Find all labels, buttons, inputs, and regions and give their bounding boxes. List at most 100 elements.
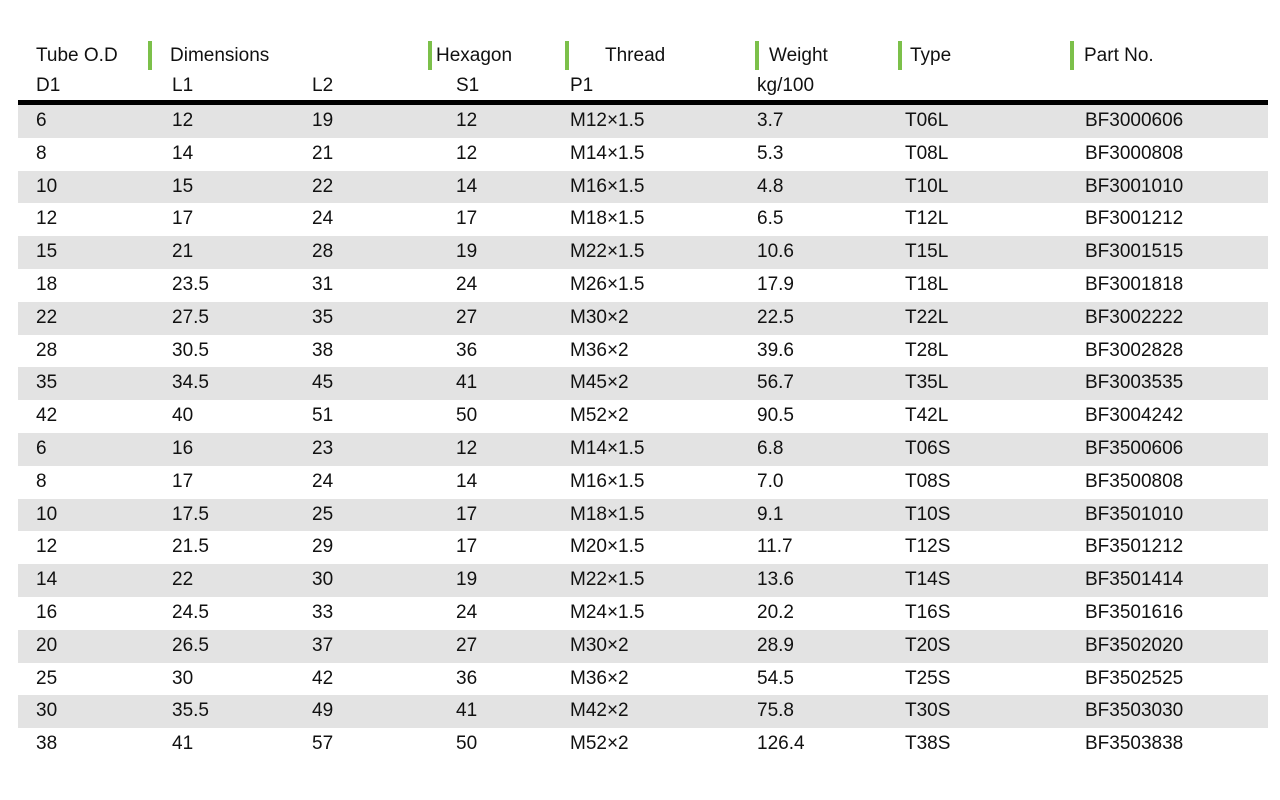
cell-weight: 54.5 xyxy=(757,667,794,689)
column-group-label: Tube O.D xyxy=(36,44,118,66)
cell-part-no: BF3003535 xyxy=(1085,372,1184,394)
cell-tube-od: 18 xyxy=(36,273,58,295)
table-row[interactable]: 16 24.5 33 24 M24×1.5 20.2 T16S BF3501616 xyxy=(18,596,1268,630)
cell-tube-od: 28 xyxy=(36,339,58,361)
cell-thread-p1: M16×1.5 xyxy=(570,175,645,197)
table-row[interactable]: 35 34.5 45 41 M45×2 56.7 T35L BF3003535 xyxy=(18,367,1268,401)
cell-l1: 16 xyxy=(172,438,194,459)
cell-tube-od: 10 xyxy=(36,503,58,525)
cell-thread-p1: M24×1.5 xyxy=(570,601,645,623)
cell-l2: 19 xyxy=(312,110,334,131)
cell-tube-od: 38 xyxy=(36,733,58,755)
cell-type: T06L xyxy=(905,110,949,131)
table-row[interactable]: 15 21 28 19 M22×1.5 10.6 T15L BF3001515 xyxy=(18,236,1268,269)
table-row[interactable]: 20 26.5 37 27 M30×2 28.9 T20S BF3502020 xyxy=(18,629,1268,663)
cell-hexagon-s1: 14 xyxy=(456,470,478,492)
column-group-hexagon: Hexagon xyxy=(428,40,512,70)
cell-l2: 23 xyxy=(312,438,334,459)
table-row[interactable]: 8 17 24 14 M16×1.5 7.0 T08S BF3500808 xyxy=(18,465,1268,499)
cell-type: T22L xyxy=(905,306,949,328)
table-row[interactable]: 18 23.5 31 24 M26×1.5 17.9 T18L BF3001818 xyxy=(18,268,1268,302)
cell-type: T10L xyxy=(905,175,949,197)
table-header: Tube O.D Dimensions Hexagon Thread Weight Typ… xyxy=(0,0,1280,100)
cell-hexagon-s1: 41 xyxy=(456,372,478,394)
cell-weight: 9.1 xyxy=(757,503,784,525)
cell-weight: 75.8 xyxy=(757,700,794,722)
table-body-series-s: 6 16 23 12 M14×1.5 6.8 T06S BF3500606 8 17 24 14 M16… xyxy=(18,433,1268,761)
cell-tube-od: 14 xyxy=(36,569,58,591)
cell-tube-od: 16 xyxy=(36,601,58,623)
table-row[interactable]: 30 35.5 49 41 M42×2 75.8 T30S BF3503030 xyxy=(18,695,1268,729)
cell-l1: 17 xyxy=(172,208,194,230)
cell-l2: 45 xyxy=(312,372,334,394)
cell-l2: 42 xyxy=(312,667,334,689)
table-row[interactable]: 28 30.5 38 36 M36×2 39.6 T28L BF3002828 xyxy=(18,334,1268,368)
cell-tube-od: 30 xyxy=(36,700,58,722)
cell-l1: 30.5 xyxy=(172,339,209,361)
cell-l1: 21 xyxy=(172,241,194,263)
cell-l1: 26.5 xyxy=(172,634,209,656)
column-group-label: Hexagon xyxy=(436,44,513,66)
table-row[interactable]: 22 27.5 35 27 M30×2 22.5 T22L BF3002222 xyxy=(18,301,1268,335)
cell-type: T30S xyxy=(905,700,951,722)
cell-hexagon-s1: 19 xyxy=(456,569,478,591)
cell-type: T38S xyxy=(905,733,951,755)
table-row[interactable]: 12 17 24 17 M18×1.5 6.5 T12L BF3001212 xyxy=(18,203,1268,237)
cell-l2: 33 xyxy=(312,601,334,623)
cell-tube-od: 12 xyxy=(36,536,58,558)
cell-thread-p1: M36×2 xyxy=(570,667,629,689)
table-row[interactable]: 12 21.5 29 17 M20×1.5 11.7 T12S BF3501212 xyxy=(18,531,1268,565)
table-row[interactable]: 8 14 21 12 M14×1.5 5.3 T08L BF3000808 xyxy=(18,137,1268,171)
cell-part-no: BF3502020 xyxy=(1085,634,1184,656)
cell-thread-p1: M22×1.5 xyxy=(570,569,645,591)
cell-l1: 22 xyxy=(172,569,194,591)
cell-thread-p1: M30×2 xyxy=(570,306,629,328)
table-row[interactable]: 6 16 23 12 M14×1.5 6.8 T06S BF3500606 xyxy=(18,433,1268,466)
cell-tube-od: 35 xyxy=(36,372,58,394)
cell-l2: 22 xyxy=(312,175,334,197)
cell-l1: 23.5 xyxy=(172,273,209,295)
cell-thread-p1: M45×2 xyxy=(570,372,629,394)
cell-part-no: BF3001515 xyxy=(1085,241,1184,263)
cell-type: T08S xyxy=(905,470,951,492)
cell-l1: 14 xyxy=(172,142,194,164)
cell-type: T28L xyxy=(905,339,949,361)
column-subheader-l1: L1 xyxy=(172,75,194,96)
column-group-dimensions: Dimensions xyxy=(148,40,269,70)
cell-type: T42L xyxy=(905,405,949,427)
cell-hexagon-s1: 12 xyxy=(456,438,478,459)
column-group-type: Type xyxy=(898,40,951,70)
cell-part-no: BF3501010 xyxy=(1085,503,1184,525)
cell-hexagon-s1: 50 xyxy=(456,405,478,427)
cell-l2: 24 xyxy=(312,470,334,492)
table-row[interactable]: 25 30 42 36 M36×2 54.5 T25S BF3502525 xyxy=(18,662,1268,696)
column-subheader-p1: P1 xyxy=(570,75,594,96)
cell-weight: 90.5 xyxy=(757,405,794,427)
cell-l2: 30 xyxy=(312,569,334,591)
column-subheader-s1: S1 xyxy=(456,75,480,96)
table-row[interactable]: 38 41 57 50 M52×2 126.4 T38S BF3503838 xyxy=(18,728,1268,761)
cell-l1: 41 xyxy=(172,733,194,755)
cell-l2: 28 xyxy=(312,241,334,263)
cell-part-no: BF3001212 xyxy=(1085,208,1184,230)
cell-part-no: BF3501616 xyxy=(1085,601,1184,623)
table-row[interactable]: 6 12 19 12 M12×1.5 3.7 T06L BF3000606 xyxy=(18,105,1268,138)
cell-hexagon-s1: 14 xyxy=(456,175,478,197)
cell-type: T10S xyxy=(905,503,951,525)
table-row[interactable]: 10 17.5 25 17 M18×1.5 9.1 T10S BF3501010 xyxy=(18,498,1268,532)
spec-table-page: Tube O.D Dimensions Hexagon Thread Weight Typ… xyxy=(0,0,1280,800)
cell-part-no: BF3500808 xyxy=(1085,470,1184,492)
table-row[interactable]: 14 22 30 19 M22×1.5 13.6 T14S BF3501414 xyxy=(18,564,1268,597)
cell-thread-p1: M18×1.5 xyxy=(570,208,645,230)
cell-part-no: BF3000808 xyxy=(1085,142,1184,164)
cell-l2: 49 xyxy=(312,700,334,722)
cell-type: T18L xyxy=(905,273,949,295)
cell-weight: 126.4 xyxy=(757,733,805,755)
cell-tube-od: 25 xyxy=(36,667,58,689)
cell-thread-p1: M18×1.5 xyxy=(570,503,645,525)
cell-weight: 5.3 xyxy=(757,142,784,164)
cell-l2: 29 xyxy=(312,536,334,558)
column-group-accent-bar xyxy=(1070,40,1074,70)
table-row[interactable]: 10 15 22 14 M16×1.5 4.8 T10L BF3001010 xyxy=(18,170,1268,204)
table-row[interactable]: 42 40 51 50 M52×2 90.5 T42L BF3004242 xyxy=(18,400,1268,433)
